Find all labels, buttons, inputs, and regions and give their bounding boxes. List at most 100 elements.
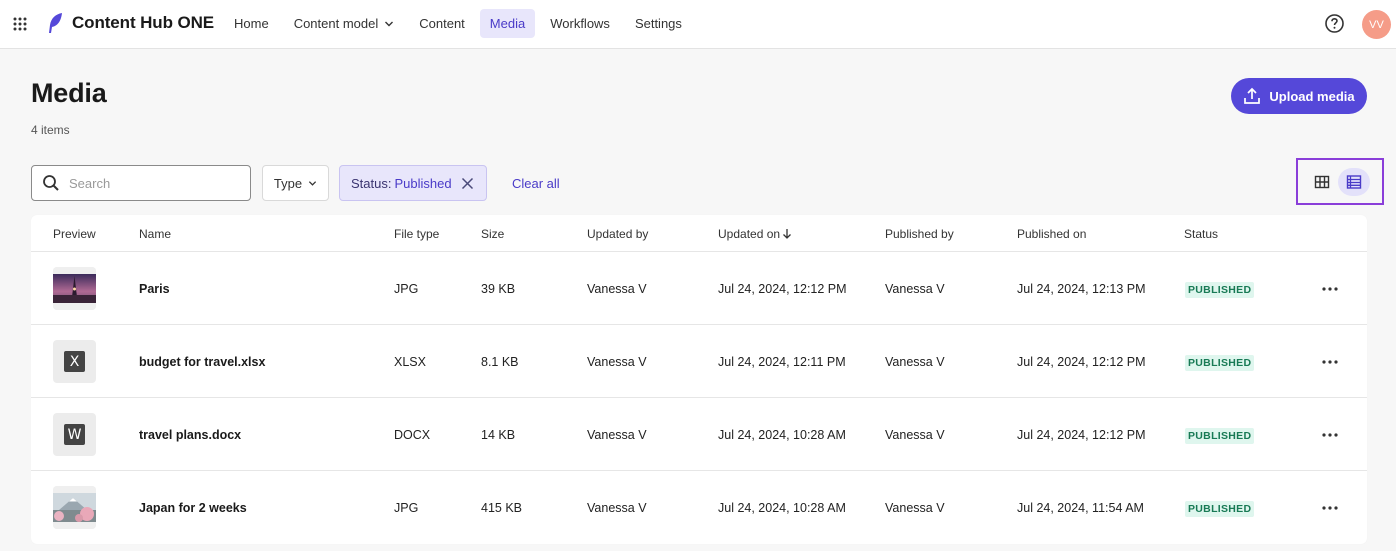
status-filter-value: Published: [394, 175, 452, 191]
status-badge: PUBLISHED: [1185, 501, 1255, 517]
nav-home[interactable]: Home: [224, 9, 279, 38]
file-type: JPG: [394, 501, 419, 515]
col-status[interactable]: Status: [1184, 227, 1218, 241]
col-updated-by[interactable]: Updated by: [587, 227, 648, 241]
preview-thumbnail: W: [53, 413, 96, 456]
chevron-down-icon: [308, 180, 317, 186]
paris-image: [53, 267, 96, 310]
col-name[interactable]: Name: [139, 227, 171, 241]
search-box[interactable]: [31, 165, 251, 201]
top-navigation-bar: Content Hub ONE Home Content model Conte…: [0, 0, 1396, 49]
preview-thumbnail: [53, 486, 96, 529]
file-size: 8.1 KB: [481, 355, 519, 369]
word-file-icon: W: [64, 424, 85, 445]
close-icon[interactable]: [461, 177, 474, 190]
published-on: Jul 24, 2024, 12:13 PM: [1017, 282, 1146, 296]
table-header: Preview Name File type Size Updated by U…: [31, 215, 1367, 252]
file-size: 14 KB: [481, 428, 516, 442]
grid-view-icon: [1314, 175, 1330, 188]
col-preview: Preview: [53, 227, 96, 241]
nav-media-label: Media: [489, 16, 526, 31]
search-icon: [43, 175, 59, 191]
published-on: Jul 24, 2024, 11:54 AM: [1017, 501, 1144, 515]
search-input[interactable]: [69, 175, 229, 191]
col-updated-on[interactable]: Updated on: [718, 227, 792, 241]
updated-by: Vanessa V: [587, 355, 647, 369]
nav-content-model[interactable]: Content model: [284, 9, 405, 38]
main-nav: Home Content model Content Media Workflo…: [224, 9, 697, 38]
nav-media[interactable]: Media: [479, 9, 536, 38]
media-table: Preview Name File type Size Updated by U…: [31, 215, 1367, 544]
col-published-on[interactable]: Published on: [1017, 227, 1086, 241]
nav-content-model-label: Content model: [293, 16, 379, 31]
type-filter-button[interactable]: Type: [262, 165, 329, 201]
col-file-type[interactable]: File type: [394, 227, 439, 241]
updated-on: Jul 24, 2024, 12:12 PM: [718, 282, 847, 296]
updated-on: Jul 24, 2024, 12:11 PM: [718, 355, 846, 369]
japan-image: [53, 486, 96, 529]
updated-on: Jul 24, 2024, 10:28 AM: [718, 501, 846, 515]
table-row[interactable]: X budget for travel.xlsx XLSX 8.1 KB Van…: [31, 325, 1367, 398]
nav-workflows-label: Workflows: [550, 16, 610, 31]
page-title: Media: [31, 78, 107, 108]
nav-content[interactable]: Content: [409, 9, 475, 38]
more-horizontal-icon[interactable]: [1321, 282, 1339, 296]
updated-on: Jul 24, 2024, 10:28 AM: [718, 428, 846, 442]
clear-all-link[interactable]: Clear all: [512, 176, 560, 191]
nav-settings[interactable]: Settings: [625, 9, 692, 38]
app-name: Content Hub ONE: [72, 13, 215, 32]
arrow-down-icon: [783, 229, 792, 239]
more-horizontal-icon[interactable]: [1321, 355, 1339, 369]
col-size[interactable]: Size: [481, 227, 504, 241]
file-size: 39 KB: [481, 282, 516, 296]
preview-thumbnail: [53, 267, 96, 310]
file-type: JPG: [394, 282, 419, 296]
user-avatar[interactable]: VV: [1362, 10, 1391, 39]
file-name[interactable]: Paris: [139, 282, 170, 296]
table-row[interactable]: W travel plans.docx DOCX 14 KB Vanessa V…: [31, 398, 1367, 471]
updated-by: Vanessa V: [587, 282, 647, 296]
grid-view-button[interactable]: [1306, 168, 1338, 196]
excel-file-icon: X: [64, 351, 85, 372]
chevron-down-icon: [385, 21, 394, 26]
nav-workflows[interactable]: Workflows: [540, 9, 620, 38]
status-filter-key: Status:: [351, 175, 392, 191]
nav-settings-label: Settings: [634, 16, 682, 31]
col-updated-on-label: Updated on: [718, 227, 781, 241]
file-name[interactable]: travel plans.docx: [139, 428, 241, 442]
published-by: Vanessa V: [885, 355, 945, 369]
status-badge: PUBLISHED: [1185, 355, 1255, 371]
list-view-button[interactable]: [1338, 167, 1370, 196]
file-type: DOCX: [394, 428, 431, 442]
file-size: 415 KB: [481, 501, 523, 515]
published-on: Jul 24, 2024, 12:12 PM: [1017, 428, 1146, 442]
file-name[interactable]: budget for travel.xlsx: [139, 355, 265, 369]
updated-by: Vanessa V: [587, 428, 647, 442]
upload-icon: [1244, 87, 1261, 104]
file-type: XLSX: [394, 355, 426, 369]
more-horizontal-icon[interactable]: [1321, 428, 1339, 442]
status-filter-chip[interactable]: Status: Published: [339, 165, 487, 201]
published-on: Jul 24, 2024, 12:12 PM: [1017, 355, 1146, 369]
table-row[interactable]: Japan for 2 weeks JPG 415 KB Vanessa V J…: [31, 471, 1367, 544]
updated-by: Vanessa V: [587, 501, 647, 515]
published-by: Vanessa V: [885, 428, 945, 442]
table-row[interactable]: Paris JPG 39 KB Vanessa V Jul 24, 2024, …: [31, 252, 1367, 325]
more-horizontal-icon[interactable]: [1321, 501, 1339, 515]
type-filter-label: Type: [273, 175, 303, 191]
view-toggle: [1296, 158, 1384, 205]
help-circle-icon[interactable]: [1324, 13, 1345, 34]
upload-media-label: Upload media: [1269, 88, 1355, 104]
list-view-icon: [1346, 174, 1362, 189]
item-count: 4 items: [31, 123, 70, 137]
app-logo[interactable]: Content Hub ONE: [46, 12, 214, 34]
feather-logo-icon: [49, 13, 62, 33]
nav-home-label: Home: [234, 16, 269, 31]
preview-thumbnail: X: [53, 340, 96, 383]
apps-grid-icon[interactable]: [12, 16, 28, 32]
file-name[interactable]: Japan for 2 weeks: [139, 501, 247, 515]
col-published-by[interactable]: Published by: [885, 227, 954, 241]
status-badge: PUBLISHED: [1185, 282, 1255, 298]
upload-media-button[interactable]: Upload media: [1231, 78, 1367, 114]
published-by: Vanessa V: [885, 282, 945, 296]
